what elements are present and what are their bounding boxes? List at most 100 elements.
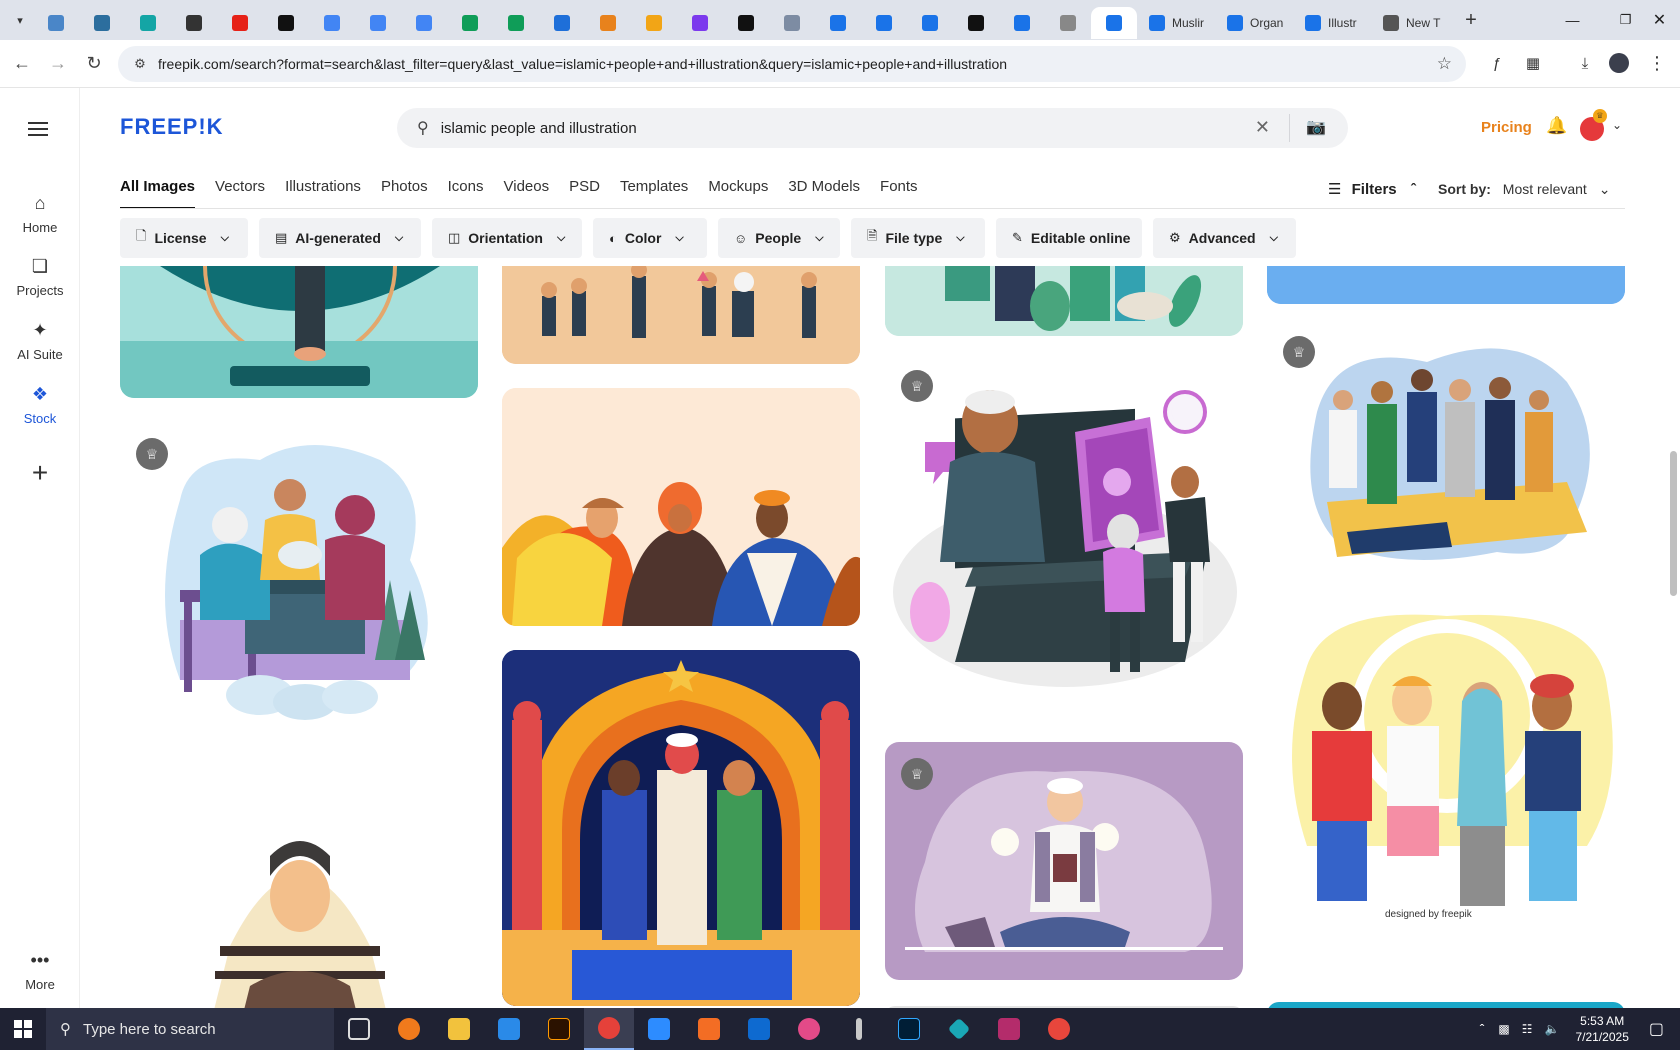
result-card[interactable] [502,266,860,364]
app-feather-icon[interactable] [1034,1008,1084,1050]
tab-psd[interactable]: PSD [569,178,600,209]
file-explorer-icon[interactable] [434,1008,484,1050]
chip-license[interactable]: 🗋 License ⌵ [120,218,248,258]
vscode-icon[interactable] [484,1008,534,1050]
result-card[interactable]: ♕ [885,742,1243,980]
rail-item-home[interactable]: ⌂ Home [0,193,80,235]
notifications-bell-icon[interactable]: 🔔 [1546,116,1567,136]
browser-tab[interactable] [723,7,769,39]
browser-tab[interactable] [585,7,631,39]
tray-chevron-up-icon[interactable]: ˆ [1480,1021,1485,1037]
search-input[interactable]: islamic people and illustration [441,120,637,137]
browser-tab[interactable] [171,7,217,39]
task-view-icon[interactable] [334,1008,384,1050]
tab-mockups[interactable]: Mockups [708,178,768,209]
volume-icon[interactable]: 🔈 [1545,1022,1560,1036]
browser-tab[interactable] [1045,7,1091,39]
pricing-link[interactable]: Pricing [1481,119,1532,136]
photoshop-icon[interactable] [884,1008,934,1050]
result-card[interactable]: designed by freepik [1267,606,1625,936]
tab-vectors[interactable]: Vectors [215,178,265,209]
app-diamond-icon[interactable] [934,1008,984,1050]
minimize-button[interactable]: — [1545,0,1600,40]
browser-tab[interactable] [539,7,585,39]
browser-tab[interactable] [355,7,401,39]
browser-tab[interactable] [79,7,125,39]
search-bar[interactable]: ⚲ islamic people and illustration ✕ 📷 [397,108,1348,148]
pen-tool-icon[interactable] [834,1008,884,1050]
extensions-puzzle-icon[interactable]: ▦ [1520,50,1546,76]
tab-templates[interactable]: Templates [620,178,688,209]
chip-color[interactable]: ◐ Color ⌵ [593,218,707,258]
tab-search-menu-icon[interactable]: ▾ [7,7,33,33]
add-icon[interactable]: + [20,453,60,493]
outlook-icon[interactable] [734,1008,784,1050]
profile-avatar-icon[interactable] [1606,50,1632,76]
browser-tab[interactable]: Organ [1215,7,1293,39]
scrollbar-thumb[interactable] [1670,451,1677,596]
notifications-icon[interactable]: ▢ [1649,1019,1664,1039]
user-avatar[interactable]: ♕ [1580,109,1607,141]
browser-tab[interactable] [815,7,861,39]
browser-tab[interactable] [677,7,723,39]
result-card[interactable]: ♕ [120,420,478,720]
hamburger-menu-icon[interactable] [28,118,48,140]
chip-ai-generated[interactable]: ▤ AI-generated ⌵ [259,218,421,258]
chrome-icon[interactable] [584,1008,634,1050]
result-card[interactable]: ♕ [1267,332,1625,572]
browser-tab[interactable] [769,7,815,39]
browser-tab[interactable]: Muslir [1137,7,1215,39]
browser-tab[interactable] [401,7,447,39]
url-omnibox[interactable]: ⚙ freepik.com/search?format=search&last_… [118,46,1466,82]
url-text[interactable]: freepik.com/search?format=search&last_fi… [158,56,1007,72]
winrar-icon[interactable] [984,1008,1034,1050]
tab-illustrations[interactable]: Illustrations [285,178,361,209]
browser-tab[interactable] [907,7,953,39]
chip-file-type[interactable]: 🗎 File type ⌵ [851,218,985,258]
browser-tab-active[interactable] [1091,7,1137,39]
browser-tab[interactable] [861,7,907,39]
result-card[interactable] [502,650,860,1006]
chip-advanced[interactable]: ⚙ Advanced ⌵ [1153,218,1296,258]
creative-cloud-icon[interactable] [784,1008,834,1050]
chip-orientation[interactable]: ◫ Orientation ⌵ [432,218,582,258]
illustrator-icon[interactable] [534,1008,584,1050]
rail-item-projects[interactable]: ❏ Projects [0,256,80,298]
xampp-icon[interactable] [684,1008,734,1050]
browser-tab[interactable] [309,7,355,39]
new-tab-button[interactable]: + [1457,6,1485,34]
result-card[interactable] [1267,266,1625,304]
filters-toggle[interactable]: ☰ Filters ˆ [1328,180,1416,198]
reload-button[interactable]: ↻ [76,46,112,82]
browser-tab[interactable]: New T [1371,7,1449,39]
browser-tab[interactable] [217,7,263,39]
rail-item-ai-suite[interactable]: ✦ AI Suite [0,320,80,362]
tab-all-images[interactable]: All Images [120,178,196,209]
chip-editable-online[interactable]: ✎ Editable online [996,218,1142,258]
result-card[interactable] [885,266,1243,336]
browser-tab[interactable] [493,7,539,39]
chevron-down-icon[interactable]: ⌄ [1612,118,1622,132]
zoom-icon[interactable] [634,1008,684,1050]
clock[interactable]: 5:53 AM 7/21/2025 [1575,1013,1628,1045]
browser-tab[interactable] [447,7,493,39]
tab-3d-models[interactable]: 3D Models [788,178,860,209]
back-button[interactable]: ← [4,46,40,82]
browser-tab[interactable] [33,7,79,39]
result-card[interactable] [120,826,478,1008]
browser-tab[interactable] [263,7,309,39]
tab-icons[interactable]: Icons [448,178,484,209]
bookmark-star-icon[interactable]: ☆ [1437,54,1452,74]
site-info-icon[interactable]: ⚙ [126,56,154,72]
result-card[interactable] [120,266,478,398]
taskbar-search-box[interactable]: ⚲ Type here to search [46,1008,334,1050]
forward-button[interactable]: → [40,46,76,82]
browser-tab[interactable]: Illustr [1293,7,1371,39]
close-window-button[interactable]: ✕ [1632,0,1680,40]
tab-fonts[interactable]: Fonts [880,178,918,209]
rail-item-more[interactable]: ••• More [0,950,80,992]
firefox-icon[interactable] [384,1008,434,1050]
result-card[interactable] [502,388,860,626]
browser-tab[interactable] [953,7,999,39]
downloads-icon[interactable]: ⤓ [1572,50,1598,76]
